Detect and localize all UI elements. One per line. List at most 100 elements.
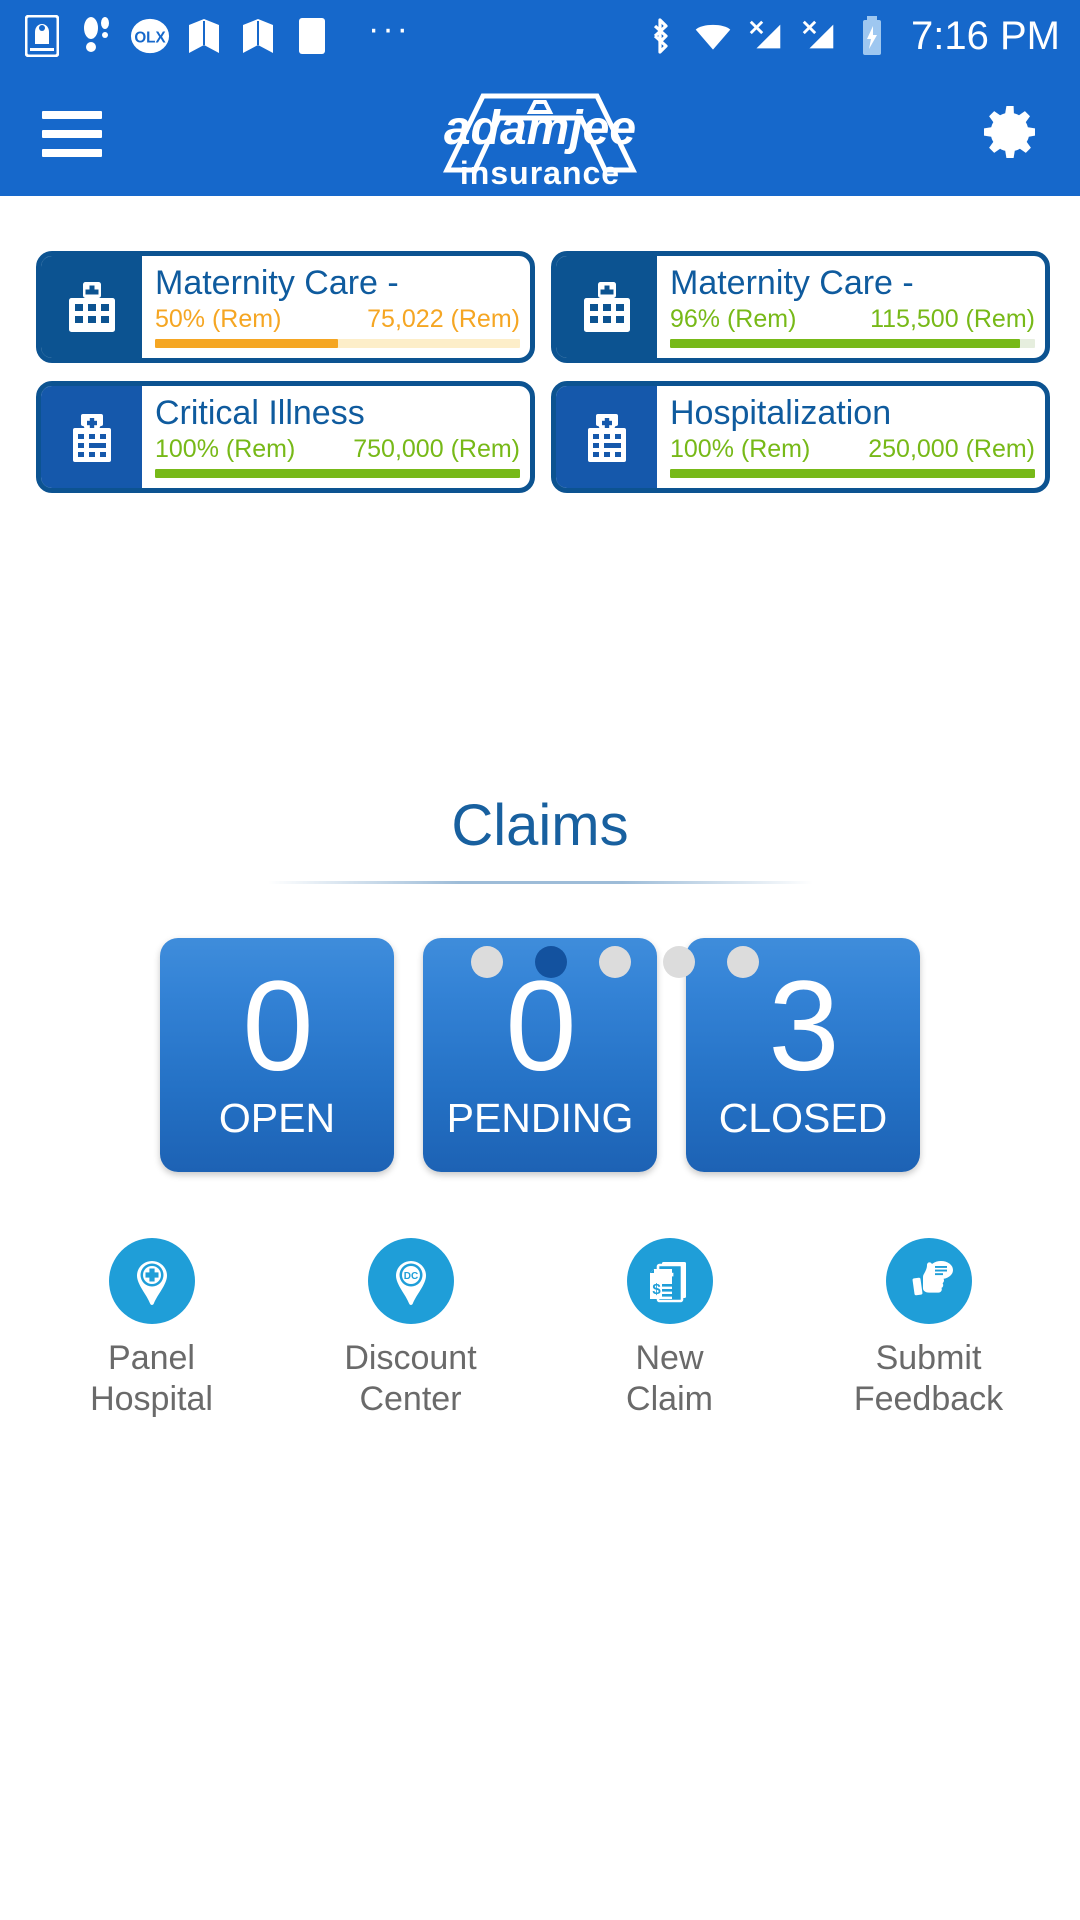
- carousel-pager: [0, 946, 1080, 978]
- hospital-icon: [68, 282, 115, 332]
- quick-action-label: Panel Hospital: [90, 1338, 213, 1420]
- bluetooth-icon: [640, 15, 680, 57]
- hamburger-menu-icon[interactable]: [42, 111, 102, 157]
- svg-text:adamjee: adamjee: [444, 102, 636, 155]
- benefit-card[interactable]: Maternity Care - 50% (Rem) 75,022 (Rem): [36, 251, 535, 363]
- benefit-card-info: Critical Illness 100% (Rem) 750,000 (Rem…: [142, 386, 530, 488]
- benefit-card[interactable]: Maternity Care - 96% (Rem) 115,500 (Rem): [551, 251, 1050, 363]
- pager-dot[interactable]: [471, 946, 503, 978]
- section-divider: [267, 881, 813, 884]
- benefit-card-percent: 100% (Rem): [670, 435, 811, 463]
- claims-tile-label: OPEN: [218, 1095, 336, 1141]
- benefit-card-progress: [155, 469, 520, 478]
- pager-dot[interactable]: [727, 946, 759, 978]
- quick-action-label-line1: Panel: [108, 1339, 195, 1377]
- quick-action-label: Discount Center: [344, 1338, 476, 1420]
- benefit-card-amount: 250,000 (Rem): [868, 435, 1035, 463]
- benefit-card-title: Critical Illness: [155, 394, 365, 432]
- signal-2-icon: [799, 15, 839, 57]
- benefit-card-grid: Maternity Care - 50% (Rem) 75,022 (Rem): [0, 196, 1080, 493]
- signal-1-icon: [746, 15, 786, 57]
- benefit-card-amount: 75,022 (Rem): [367, 305, 520, 333]
- benefit-card-amount: 115,500 (Rem): [870, 305, 1035, 333]
- quick-action-label-line2: Claim: [626, 1380, 713, 1418]
- benefit-card-info: Hospitalization 100% (Rem) 250,000 (Rem): [657, 386, 1045, 488]
- quick-action-label-line1: New: [635, 1339, 704, 1377]
- benefit-card-percent: 100% (Rem): [155, 435, 296, 463]
- quick-action-label-line2: Center: [359, 1380, 462, 1418]
- thumbs-up-feedback-icon: [885, 1238, 972, 1324]
- benefit-card-metrics: 100% (Rem) 750,000 (Rem): [155, 435, 520, 464]
- benefit-card-progress-fill: [670, 339, 1021, 348]
- quick-action-label-line2: Hospital: [90, 1380, 213, 1418]
- status-bar-right-icons: 7:16 PM: [640, 14, 1060, 59]
- status-bar-left-icons: OLX ···: [22, 10, 427, 57]
- book-icon: [238, 15, 278, 57]
- benefit-card-title: Hospitalization: [670, 394, 892, 432]
- status-time: 7:16 PM: [911, 13, 1060, 58]
- quick-action-label-line2: Feedback: [853, 1380, 1004, 1418]
- benefit-card[interactable]: Critical Illness 100% (Rem) 750,000 (Rem…: [36, 381, 535, 493]
- pager-dot[interactable]: [599, 946, 631, 978]
- benefit-card-progress-fill: [670, 469, 1035, 478]
- quick-action-label: Submit Feedback: [854, 1338, 1003, 1420]
- quick-action-label: New Claim: [626, 1338, 713, 1420]
- svg-text:DC: DC: [403, 1271, 417, 1282]
- benefit-card-percent: 50% (Rem): [155, 305, 282, 333]
- pager-dot[interactable]: [663, 946, 695, 978]
- quick-action-new-claim[interactable]: $ New Claim: [540, 1238, 799, 1420]
- claims-tile-label: CLOSED: [718, 1095, 888, 1141]
- svg-text:$: $: [652, 1281, 661, 1298]
- settings-gear-icon[interactable]: [978, 100, 1042, 169]
- benefit-card[interactable]: Hospitalization 100% (Rem) 250,000 (Rem): [551, 381, 1050, 493]
- benefit-card-icon-wrap: [41, 256, 142, 358]
- step-counter-icon: [76, 15, 116, 57]
- map-pin-hospital-icon: [108, 1238, 195, 1324]
- svg-text:OLX: OLX: [134, 30, 166, 47]
- main-content: Maternity Care - 50% (Rem) 75,022 (Rem): [0, 196, 1080, 1920]
- app-root: OLX ··· 7:16 PM adamjee insurance Matern…: [0, 0, 1080, 1920]
- benefit-card-title: Maternity Care -: [155, 264, 399, 302]
- claims-section-header: Claims: [0, 793, 1080, 884]
- benefit-card-icon-wrap: [41, 386, 142, 488]
- claim-document-icon: $: [626, 1238, 713, 1324]
- brand-logo: adamjee insurance: [0, 78, 1080, 190]
- status-overflow-icon: ···: [368, 10, 411, 48]
- olx-icon: OLX: [130, 15, 170, 57]
- benefit-card-progress: [155, 339, 520, 348]
- benefit-card-title: Maternity Care -: [670, 264, 914, 302]
- map-pin-dc-icon: DC: [367, 1238, 454, 1324]
- prayer-app-icon: [22, 15, 62, 57]
- pager-dot-active[interactable]: [535, 946, 567, 978]
- hospital-icon: [583, 282, 630, 332]
- hospital-icon: [72, 414, 111, 462]
- benefit-card-info: Maternity Care - 50% (Rem) 75,022 (Rem): [142, 256, 530, 358]
- quick-action-label-line1: Submit: [875, 1339, 982, 1377]
- benefit-card-amount: 750,000 (Rem): [353, 435, 520, 463]
- claims-tile-count: 0: [505, 955, 576, 1098]
- benefit-card-percent: 96% (Rem): [670, 305, 797, 333]
- hospital-icon: [587, 414, 626, 462]
- benefit-card-info: Maternity Care - 96% (Rem) 115,500 (Rem): [657, 256, 1045, 358]
- claims-tile-label: PENDING: [446, 1095, 634, 1141]
- claims-title: Claims: [451, 793, 629, 858]
- quick-action-label-line1: Discount: [344, 1339, 477, 1377]
- battery-charging-icon: [852, 15, 892, 57]
- benefit-card-icon-wrap: [556, 256, 657, 358]
- quick-action-discount-center[interactable]: DC Discount Center: [281, 1238, 540, 1420]
- benefit-card-progress: [670, 339, 1035, 348]
- benefit-card-metrics: 100% (Rem) 250,000 (Rem): [670, 435, 1035, 464]
- quick-action-panel-hospital[interactable]: Panel Hospital: [22, 1238, 281, 1420]
- svg-text:insurance: insurance: [460, 155, 620, 190]
- claims-tile-count: 3: [768, 955, 839, 1098]
- adamjee-logo-icon: adamjee insurance: [443, 93, 637, 190]
- quick-action-submit-feedback[interactable]: Submit Feedback: [799, 1238, 1058, 1420]
- status-bar: OLX ··· 7:16 PM: [0, 0, 1080, 72]
- claims-tile-count: 0: [242, 955, 313, 1098]
- benefit-card-icon-wrap: [556, 386, 657, 488]
- benefit-card-progress-fill: [155, 469, 520, 478]
- benefit-card-progress-fill: [155, 339, 338, 348]
- benefit-card-metrics: 50% (Rem) 75,022 (Rem): [155, 305, 520, 334]
- benefit-card-metrics: 96% (Rem) 115,500 (Rem): [670, 305, 1035, 334]
- quick-actions-bar: Panel Hospital DC Discount Center $ New …: [0, 1238, 1080, 1420]
